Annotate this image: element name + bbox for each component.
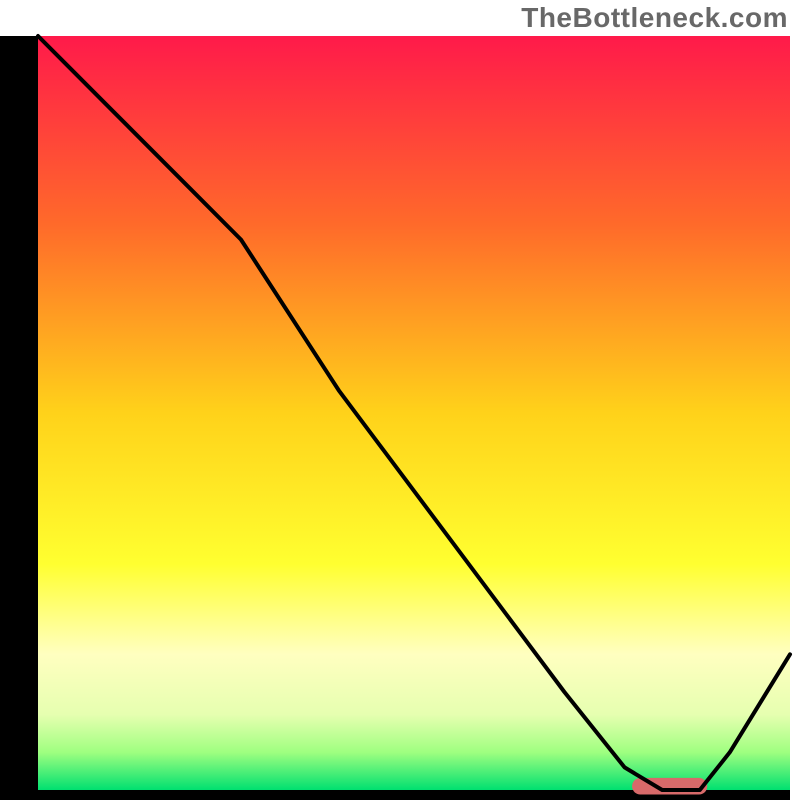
y-axis — [0, 0, 38, 800]
bottleneck-chart — [0, 0, 800, 800]
watermark-text: TheBottleneck.com — [521, 2, 788, 34]
chart-container: TheBottleneck.com — [0, 0, 800, 800]
right-margin — [790, 0, 800, 800]
